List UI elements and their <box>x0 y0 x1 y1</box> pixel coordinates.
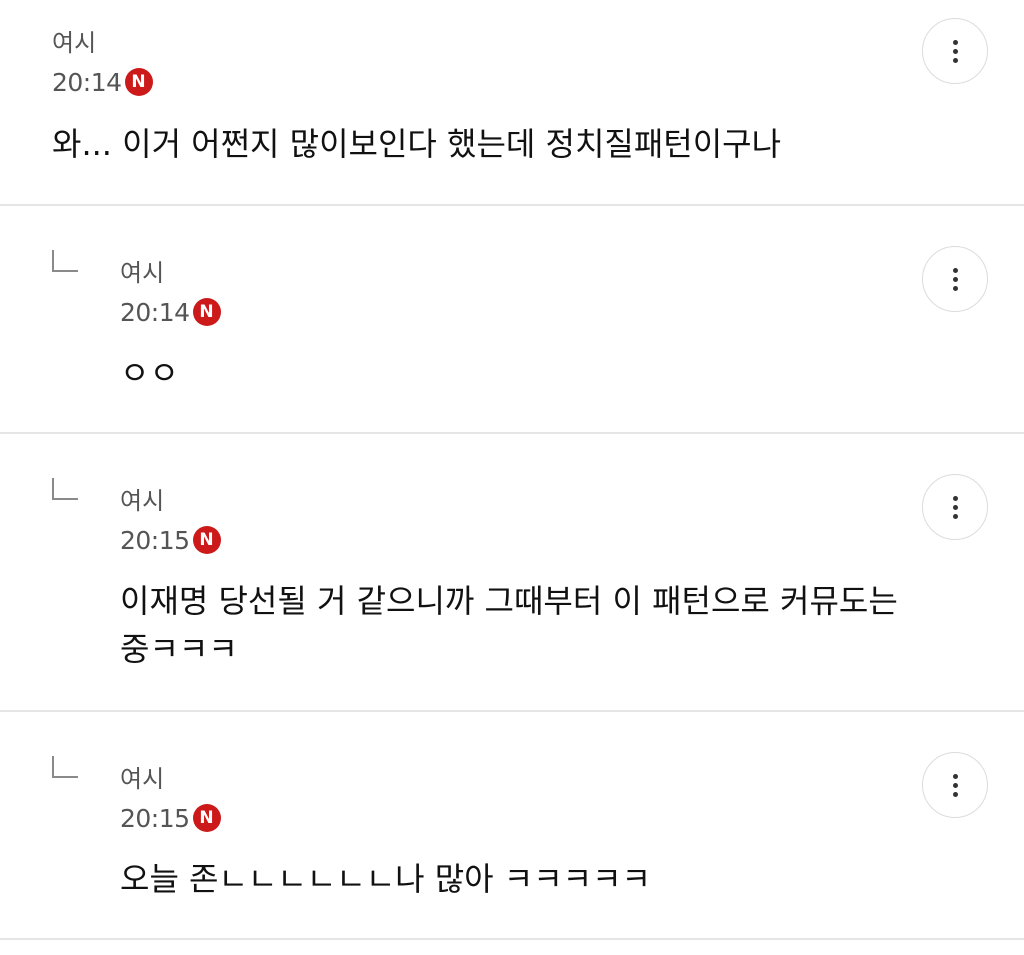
comment-text: ㅇㅇ <box>120 354 179 392</box>
comment-meta: 20:14 N <box>52 66 153 98</box>
comment-time: 20:14 <box>120 297 190 327</box>
comment-text: 와... 이거 어쩐지 많이보인다 했는데 정치질패턴이구나 <box>52 125 782 163</box>
reply-comment: 여시 20:14 N ㅇㅇ <box>0 206 1024 434</box>
comment-time: 20:15 <box>120 525 190 555</box>
more-vertical-icon <box>952 39 958 45</box>
comment-meta: 20:14 N <box>120 296 221 328</box>
comment-author[interactable]: 여시 <box>52 28 96 58</box>
comment-author[interactable]: 여시 <box>120 764 164 794</box>
reply-arrow-icon <box>52 250 78 272</box>
comment-author[interactable]: 여시 <box>120 258 164 288</box>
more-options-button[interactable] <box>922 752 988 818</box>
reply-arrow-icon <box>52 478 78 500</box>
reply-arrow-icon <box>52 756 78 778</box>
comment-time: 20:14 <box>52 67 122 97</box>
more-options-button[interactable] <box>922 18 988 84</box>
comment-meta: 20:15 N <box>120 802 221 834</box>
comment-author[interactable]: 여시 <box>120 486 164 516</box>
new-badge-icon: N <box>192 298 221 326</box>
comment-time: 20:15 <box>120 803 190 833</box>
more-options-button[interactable] <box>922 474 988 540</box>
comment-meta: 20:15 N <box>120 524 221 556</box>
new-badge-icon: N <box>192 526 221 554</box>
more-vertical-icon <box>952 773 958 779</box>
reply-comment: 여시 20:15 N 오늘 존ㄴㄴㄴㄴㄴㄴ나 많아 ㅋㅋㅋㅋㅋ <box>0 712 1024 940</box>
more-options-button[interactable] <box>922 246 988 312</box>
more-vertical-icon <box>952 267 958 273</box>
more-vertical-icon <box>952 495 958 501</box>
new-badge-icon: N <box>192 804 221 832</box>
comment-list: 여시 20:14 N 와... 이거 어쩐지 많이보인다 했는데 정치질패턴이구… <box>0 0 1024 940</box>
reply-comment: 여시 20:15 N 이재명 당선될 거 같으니까 그때부터 이 패턴으로 커뮤… <box>0 434 1024 712</box>
comment-text: 오늘 존ㄴㄴㄴㄴㄴㄴ나 많아 ㅋㅋㅋㅋㅋ <box>120 860 651 898</box>
new-badge-icon: N <box>124 68 153 96</box>
comment: 여시 20:14 N 와... 이거 어쩐지 많이보인다 했는데 정치질패턴이구… <box>0 0 1024 206</box>
comment-text: 이재명 당선될 거 같으니까 그때부터 이 패턴으로 커뮤도는 중ㅋㅋㅋ <box>120 582 908 668</box>
